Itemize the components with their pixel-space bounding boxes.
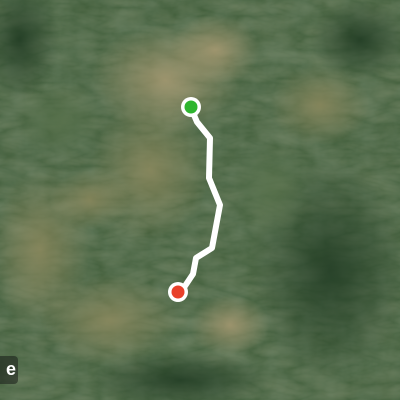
map-attribution: e	[0, 356, 18, 384]
attribution-text: e	[5, 359, 16, 379]
satellite-map[interactable]: e	[0, 0, 400, 400]
route-line	[178, 105, 223, 295]
route-overlay	[168, 97, 223, 302]
end-marker-icon[interactable]	[168, 282, 188, 302]
start-marker-icon[interactable]	[181, 97, 201, 117]
